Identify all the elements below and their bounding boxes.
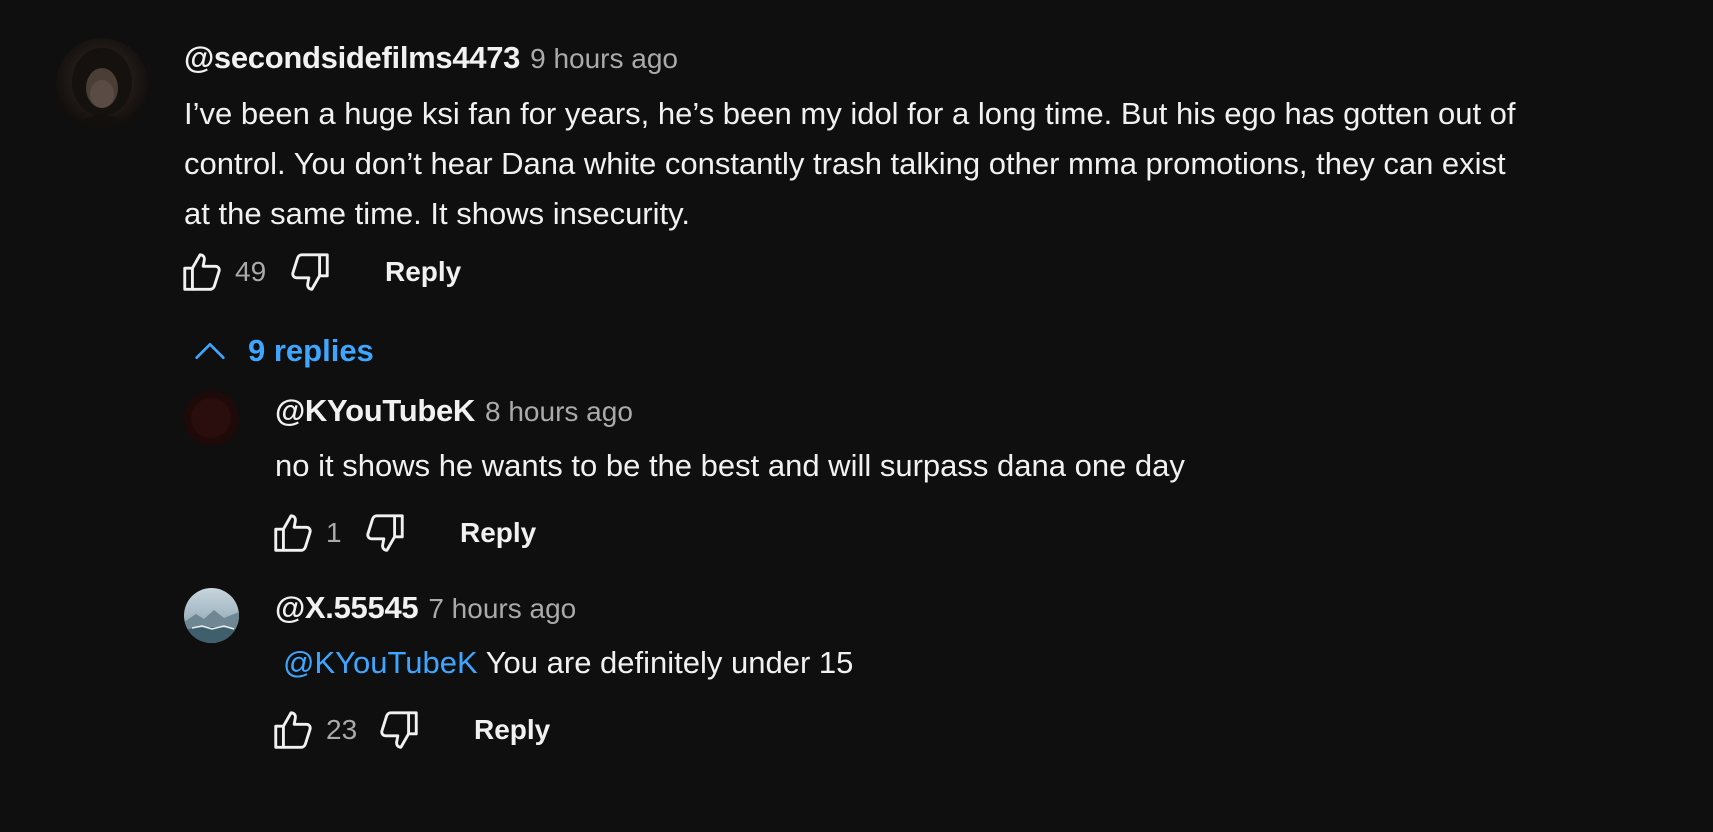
like-count: 1 bbox=[326, 517, 342, 548]
avatar[interactable] bbox=[184, 391, 239, 446]
comment-action-bar: 49 Reply bbox=[177, 247, 461, 297]
dislike-button[interactable] bbox=[360, 508, 410, 558]
reply-author[interactable]: @KYouTubeK bbox=[275, 393, 475, 429]
comment-text: I’ve been a huge ksi fan for years, he’s… bbox=[184, 96, 1516, 231]
reply-timestamp[interactable]: 7 hours ago bbox=[428, 593, 576, 625]
like-count: 49 bbox=[235, 256, 267, 287]
dislike-button[interactable] bbox=[374, 705, 424, 755]
reply-action-bar: 1 Reply bbox=[268, 508, 536, 558]
thumb-up-icon bbox=[274, 711, 312, 749]
reply-button[interactable]: Reply bbox=[460, 517, 536, 549]
reply-text: @KYouTubeK You are definitely under 15 bbox=[283, 638, 1583, 688]
comment-timestamp[interactable]: 9 hours ago bbox=[530, 43, 678, 75]
reply-mention-link[interactable]: @KYouTubeK bbox=[283, 645, 478, 680]
reply-text-content: no it shows he wants to be the best and … bbox=[275, 448, 1185, 483]
replies-toggle-button[interactable]: 9 replies bbox=[190, 329, 374, 373]
reply-text: no it shows he wants to be the best and … bbox=[275, 441, 1575, 491]
avatar[interactable] bbox=[56, 38, 148, 130]
replies-count-label: 9 replies bbox=[248, 333, 374, 368]
thumb-up-icon bbox=[183, 253, 221, 291]
reply-author[interactable]: @X.55545 bbox=[275, 590, 419, 626]
reply-action-bar: 23 Reply bbox=[268, 705, 550, 755]
thumb-up-icon bbox=[274, 514, 312, 552]
chevron-up-icon bbox=[195, 343, 225, 359]
like-button[interactable] bbox=[177, 247, 227, 297]
like-button[interactable] bbox=[268, 705, 318, 755]
thumb-down-icon bbox=[366, 514, 404, 552]
reply-button[interactable]: Reply bbox=[385, 256, 461, 288]
comment-header: @secondsidefilms4473 9 hours ago bbox=[184, 40, 678, 76]
thumb-down-icon bbox=[380, 711, 418, 749]
like-count: 23 bbox=[326, 714, 358, 745]
reply-timestamp[interactable]: 8 hours ago bbox=[485, 396, 633, 428]
thumb-down-icon bbox=[291, 253, 329, 291]
reply-header: @KYouTubeK 8 hours ago bbox=[275, 393, 633, 429]
avatar[interactable] bbox=[184, 588, 239, 643]
reply-text-content: You are definitely under 15 bbox=[485, 645, 854, 680]
reply-button[interactable]: Reply bbox=[474, 714, 550, 746]
like-button[interactable] bbox=[268, 508, 318, 558]
reply-header: @X.55545 7 hours ago bbox=[275, 590, 576, 626]
comment-author[interactable]: @secondsidefilms4473 bbox=[184, 40, 520, 76]
dislike-button[interactable] bbox=[285, 247, 335, 297]
